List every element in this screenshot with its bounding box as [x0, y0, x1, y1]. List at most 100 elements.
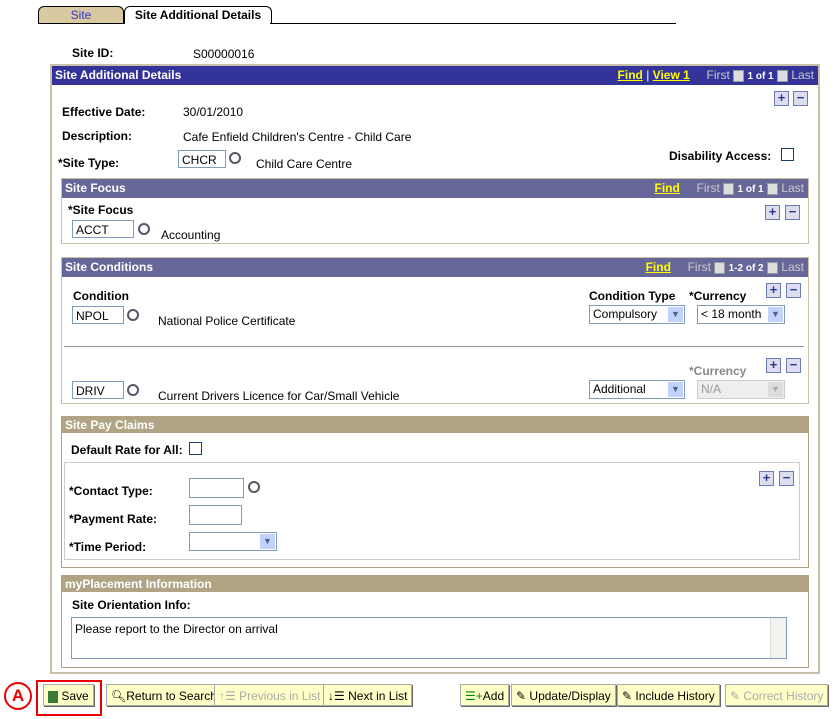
search-icon: 🔍︎: [111, 689, 127, 703]
lookup-icon[interactable]: [127, 309, 139, 321]
add-row-button[interactable]: +: [766, 283, 781, 298]
site-id-value: S00000016: [193, 47, 255, 61]
pencil-icon: ✎: [622, 689, 633, 703]
site-type-input[interactable]: CHCR: [178, 150, 226, 168]
site-id-label: Site ID:: [72, 46, 114, 60]
annotation-marker: A: [4, 682, 32, 710]
row-count: 1-2 of 2: [728, 263, 764, 274]
first-link[interactable]: First: [688, 260, 711, 274]
view-all-link[interactable]: View 1: [653, 68, 690, 82]
last-link[interactable]: Last: [781, 260, 804, 274]
return-to-search-button[interactable]: 🔍︎Return to Search: [106, 684, 222, 706]
contact-type-input[interactable]: [189, 478, 244, 498]
section-header: Site Additional Details Find | View 1 Fi…: [52, 66, 818, 85]
delete-row-button[interactable]: −: [786, 283, 801, 298]
time-period-label: *Time Period:: [69, 540, 147, 554]
site-pay-claims-title: Site Pay Claims: [62, 417, 808, 433]
payment-rate-input[interactable]: [189, 505, 242, 525]
currency-select[interactable]: < 18 month ▼: [697, 305, 785, 324]
disability-access-label: Disability Access:: [669, 149, 772, 163]
next-arrow-icon[interactable]: [776, 69, 788, 82]
delete-row-button[interactable]: −: [785, 205, 800, 220]
time-period-select[interactable]: ▼: [189, 532, 277, 551]
save-icon: [48, 690, 58, 703]
site-type-label: *Site Type:: [58, 156, 120, 170]
row-count: 1 of 1: [737, 184, 764, 195]
prev-arrow-icon[interactable]: [714, 261, 726, 274]
correct-history-button: ✎ Correct History: [725, 684, 829, 706]
lookup-icon[interactable]: [229, 152, 241, 164]
lookup-icon[interactable]: [248, 481, 260, 493]
currency-label: *Currency: [689, 364, 747, 378]
site-focus-label: *Site Focus: [68, 203, 134, 217]
condition-description: National Police Certificate: [158, 314, 296, 328]
orientation-textarea[interactable]: Please report to the Director on arrival: [71, 617, 787, 659]
chevron-down-icon[interactable]: ▼: [768, 307, 783, 322]
contact-type-label: *Contact Type:: [69, 484, 153, 498]
description-value: Cafe Enfield Children's Centre - Child C…: [183, 130, 412, 144]
default-rate-checkbox[interactable]: [189, 442, 202, 455]
site-conditions-find-link[interactable]: Find: [646, 260, 671, 274]
condition-type-select[interactable]: Additional ▼: [589, 380, 685, 399]
delete-row-button[interactable]: −: [779, 471, 794, 486]
myplacement-title: myPlacement Information: [62, 576, 808, 592]
section-title: Site Additional Details: [55, 68, 182, 82]
add-icon: ☰+: [465, 689, 483, 703]
effective-date-value: 30/01/2010: [183, 105, 244, 119]
previous-icon: ↑☰: [219, 689, 236, 703]
pencil-icon: ✎: [730, 689, 741, 703]
condition-label: Condition: [73, 289, 129, 303]
currency-label: *Currency: [689, 289, 747, 303]
add-row-button[interactable]: +: [765, 205, 780, 220]
condition-type-label: Condition Type: [589, 289, 676, 303]
site-focus-find-link[interactable]: Find: [654, 181, 679, 195]
description-label: Description:: [62, 129, 133, 143]
delete-row-button[interactable]: −: [793, 91, 808, 106]
orientation-text: Please report to the Director on arrival: [75, 622, 278, 636]
prev-arrow-icon[interactable]: [723, 182, 735, 195]
first-link[interactable]: First: [706, 68, 729, 82]
condition-input[interactable]: DRIV: [72, 381, 124, 399]
add-button[interactable]: ☰+Add: [460, 684, 510, 706]
prev-arrow-icon[interactable]: [733, 69, 745, 82]
condition-input[interactable]: NPOL: [72, 306, 124, 324]
chevron-down-icon[interactable]: ▼: [668, 307, 683, 322]
disability-access-checkbox[interactable]: [781, 148, 794, 161]
condition-description: Current Drivers Licence for Car/Small Ve…: [158, 389, 400, 403]
previous-in-list-button: ↑☰ Previous in List: [214, 684, 326, 706]
add-row-button[interactable]: +: [766, 358, 781, 373]
add-row-button[interactable]: +: [759, 471, 774, 486]
include-history-button[interactable]: ✎ Include History: [617, 684, 720, 706]
last-link[interactable]: Last: [791, 68, 814, 82]
default-rate-label: Default Rate for All:: [71, 443, 183, 457]
pay-claims-row: [64, 462, 800, 560]
tab-site-additional-details[interactable]: Site Additional Details: [124, 6, 272, 24]
save-button[interactable]: Save: [43, 684, 94, 706]
delete-row-button[interactable]: −: [786, 358, 801, 373]
add-row-button[interactable]: +: [774, 91, 789, 106]
chevron-down-icon[interactable]: ▼: [668, 382, 683, 397]
next-arrow-icon[interactable]: [766, 182, 778, 195]
payment-rate-label: *Payment Rate:: [69, 512, 158, 526]
first-link[interactable]: First: [696, 181, 719, 195]
update-display-button[interactable]: ✎ Update/Display: [511, 684, 616, 706]
row-count: 1 of 1: [747, 71, 774, 82]
condition-type-select[interactable]: Compulsory ▼: [589, 305, 685, 324]
next-in-list-button[interactable]: ↓☰ Next in List: [323, 684, 413, 706]
next-arrow-icon[interactable]: [766, 261, 778, 274]
last-link[interactable]: Last: [781, 181, 804, 195]
find-link[interactable]: Find: [618, 68, 643, 82]
site-conditions-title: Site Conditions: [65, 260, 153, 274]
row-divider: [64, 346, 804, 347]
tab-baseline: [270, 23, 676, 24]
pencil-icon: ✎: [516, 689, 527, 703]
tab-baseline-left: [38, 23, 124, 24]
tab-site[interactable]: Site: [38, 6, 124, 24]
next-icon: ↓☰: [328, 689, 345, 703]
effective-date-label: Effective Date:: [62, 105, 146, 119]
lookup-icon[interactable]: [138, 223, 150, 235]
lookup-icon[interactable]: [127, 384, 139, 396]
site-focus-input[interactable]: ACCT: [72, 220, 134, 238]
scrollbar[interactable]: [770, 618, 786, 658]
chevron-down-icon[interactable]: ▼: [260, 534, 275, 549]
